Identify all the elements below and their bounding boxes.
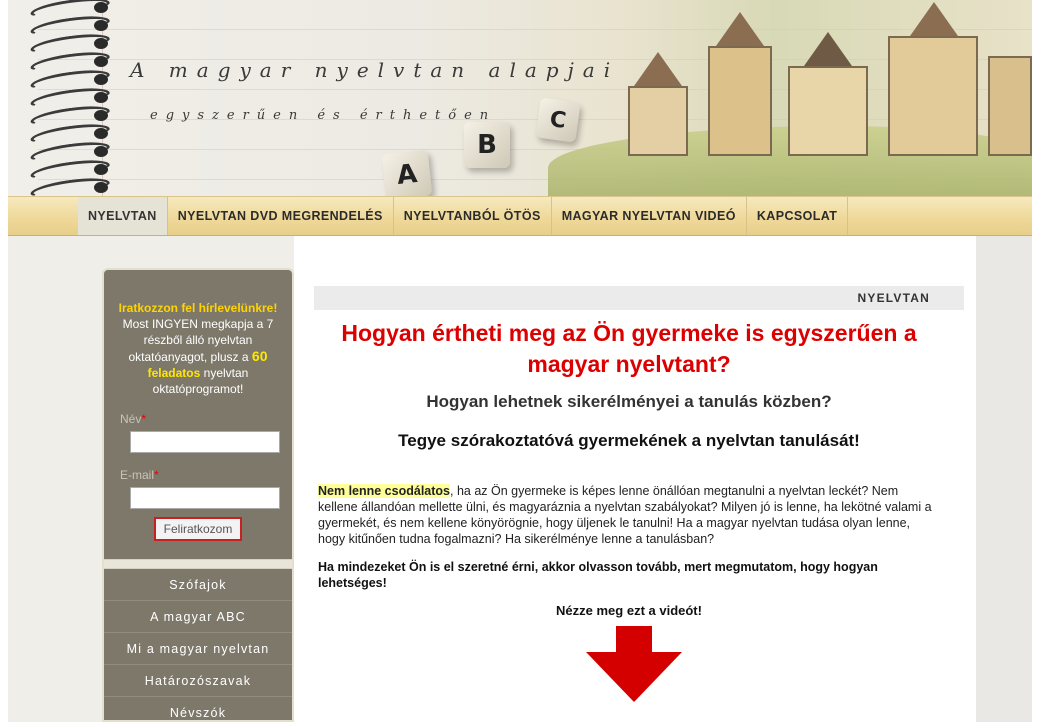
house-shape (888, 36, 978, 156)
side-menu-item-szofajok[interactable]: Szófajok (104, 569, 292, 601)
email-label-text: E-mail (120, 468, 155, 482)
roof-shape (634, 52, 682, 86)
newsletter-headline: Iratkozzon fel hírlevelünkre! (118, 301, 278, 315)
house-shape (788, 66, 868, 156)
main-nav: NYELVTAN NYELVTAN DVD MEGRENDELÉS NYELVT… (8, 196, 1032, 236)
sidebar-divider (104, 559, 292, 569)
spiral-hole (94, 56, 108, 67)
spiral-hole (94, 38, 108, 49)
page-headline: Hogyan értheti meg az Ön gyermeke is egy… (341, 320, 917, 377)
site-subtitle: egyszerűen és érthetően (150, 108, 497, 123)
spiral-binding-icon (29, 0, 111, 196)
subheading-2: Tegye szórakoztatóvá gyermekének a nyelv… (398, 431, 860, 450)
newsletter-big-number: 60 (251, 348, 268, 364)
spiral-hole (94, 164, 108, 175)
spiral-hole (94, 128, 108, 139)
spiral-hole (94, 20, 108, 31)
right-gutter (976, 236, 1032, 722)
bold-paragraph: Ha mindezeket Ön is el szeretné érni, ak… (318, 560, 878, 590)
site-header: A magyar nyelvtan alapjai egyszerűen és … (8, 0, 1032, 196)
spiral-hole (94, 182, 108, 193)
name-label-text: Név (120, 412, 142, 426)
nav-item-grade-five[interactable]: NYELVTANBÓL ÖTÖS (394, 197, 552, 235)
down-arrow-shape (586, 626, 682, 702)
letter-cube-a: A (381, 149, 433, 196)
roof-shape (804, 32, 852, 66)
letter-cube-c: C (535, 97, 581, 143)
sidebar: Iratkozzon fel hírlevelünkre! Most INGYE… (102, 268, 294, 722)
spiral-hole (94, 2, 108, 13)
nav-item-nyelvtan[interactable]: NYELVTAN (78, 197, 168, 235)
side-menu-item-mi-a-nyelvtan[interactable]: Mi a magyar nyelvtan (104, 633, 292, 665)
letter-cube-b: B (464, 122, 510, 168)
highlighted-phrase: Nem lenne csodálatos (318, 484, 450, 498)
newsletter-box: Iratkozzon fel hírlevelünkre! Most INGYE… (104, 270, 292, 549)
newsletter-yellow-word: feladatos (147, 366, 201, 380)
name-field[interactable] (130, 431, 280, 453)
roof-shape (910, 2, 958, 36)
down-arrow-icon (586, 626, 682, 702)
nav-item-contact[interactable]: KAPCSOLAT (747, 197, 849, 235)
house-shape (628, 86, 688, 156)
spiral-hole (94, 110, 108, 121)
newsletter-line1: Most INGYEN megkapja a 7 részből álló ny… (122, 317, 274, 364)
nav-item-grammar-video[interactable]: MAGYAR NYELVTAN VIDEÓ (552, 197, 747, 235)
subheading-1: Hogyan lehetnek sikerélményei a tanulás … (426, 392, 832, 411)
spiral-hole (94, 74, 108, 85)
breadcrumb: NYELVTAN (314, 286, 964, 310)
intro-paragraph: Nem lenne csodálatos, ha az Ön gyermeke … (318, 483, 938, 547)
village-illustration (548, 0, 1032, 196)
side-menu: Szófajok A magyar ABC Mi a magyar nyelvt… (104, 569, 292, 722)
subscribe-wrap: Feliratkozom (110, 517, 286, 541)
side-menu-item-nevszok[interactable]: Névszók (104, 697, 292, 722)
nav-item-dvd-order[interactable]: NYELVTAN DVD MEGRENDELÉS (168, 197, 394, 235)
roof-shape (716, 12, 764, 46)
required-mark: * (141, 412, 147, 426)
video-cta: Nézze meg ezt a videót! (556, 603, 702, 618)
house-shape (988, 56, 1032, 156)
spiral-binding-icon (30, 236, 110, 722)
site-title: A magyar nyelvtan alapjai (130, 58, 620, 82)
spiral-hole (94, 146, 108, 157)
newsletter-text: Most INGYEN megkapja a 7 részből álló ny… (110, 316, 286, 397)
name-label: Név* (120, 411, 286, 427)
subscribe-button[interactable]: Feliratkozom (153, 517, 243, 541)
spiral-hole (94, 92, 108, 103)
side-menu-item-abc[interactable]: A magyar ABC (104, 601, 292, 633)
side-menu-item-hatarozoszavak[interactable]: Határozószavak (104, 665, 292, 697)
house-shape (708, 46, 772, 156)
email-field[interactable] (130, 487, 280, 509)
email-label: E-mail* (120, 467, 286, 483)
required-mark: * (154, 468, 159, 482)
page: A magyar nyelvtan alapjai egyszerűen és … (8, 0, 1032, 722)
